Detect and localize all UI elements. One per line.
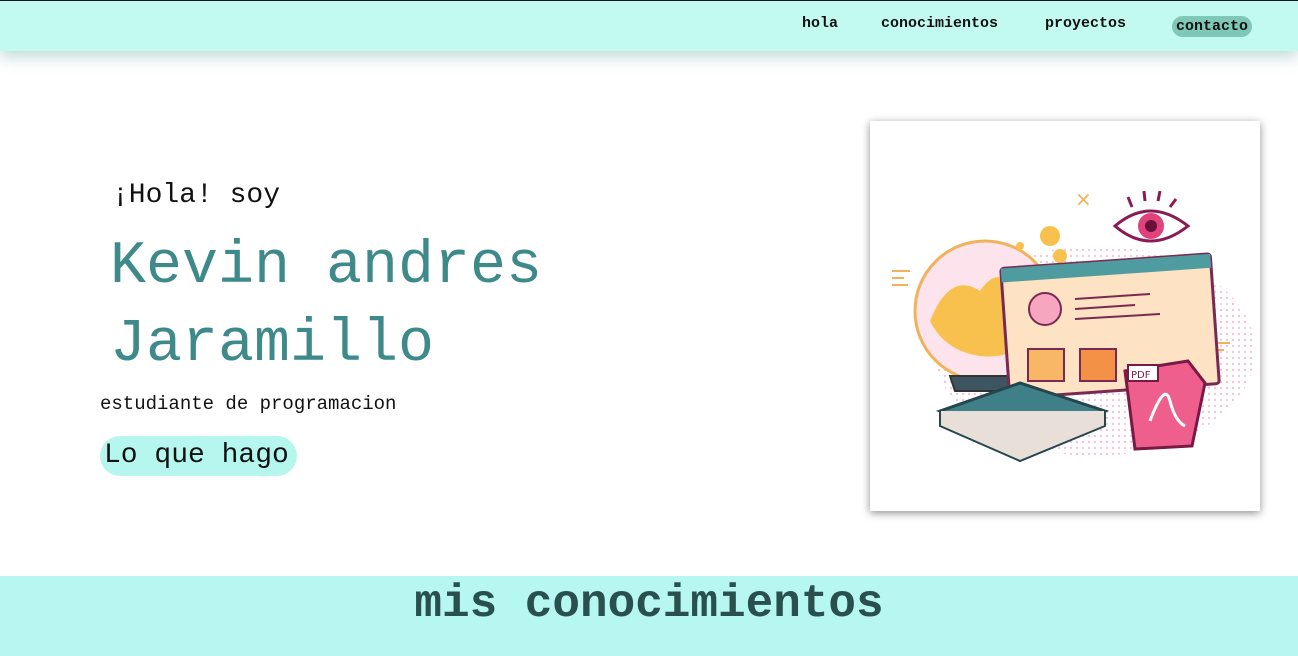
lo-que-hago-button[interactable]: Lo que hago xyxy=(100,436,297,476)
hero-illustration: × PDF xyxy=(892,187,1255,463)
hero-name-line1: Kevin andres xyxy=(110,233,543,301)
hero-subtitle: estudiante de programacion xyxy=(100,393,397,415)
hero-illustration-card: × PDF xyxy=(870,121,1260,511)
decor-cross: × xyxy=(1075,187,1092,211)
hero-name: Kevin andres Jaramillo xyxy=(110,228,710,384)
navbar: hola conocimientos proyectos contacto xyxy=(0,1,1298,51)
nav-link-proyectos[interactable]: proyectos xyxy=(1045,15,1126,32)
nav-link-hola[interactable]: hola xyxy=(802,15,838,32)
pdf-label: PDF xyxy=(1131,370,1151,381)
section-title-conocimientos: mis conocimientos xyxy=(414,578,884,630)
nav-link-contacto[interactable]: contacto xyxy=(1172,16,1253,37)
decor-lines-left xyxy=(892,270,910,286)
eye-icon xyxy=(1112,190,1191,243)
hero-greeting: ¡Hola! soy xyxy=(112,180,281,211)
hero-name-line2: Jaramillo xyxy=(110,311,435,379)
pdf-file-icon: PDF xyxy=(1123,359,1207,451)
nav-link-conocimientos[interactable]: conocimientos xyxy=(881,15,998,32)
